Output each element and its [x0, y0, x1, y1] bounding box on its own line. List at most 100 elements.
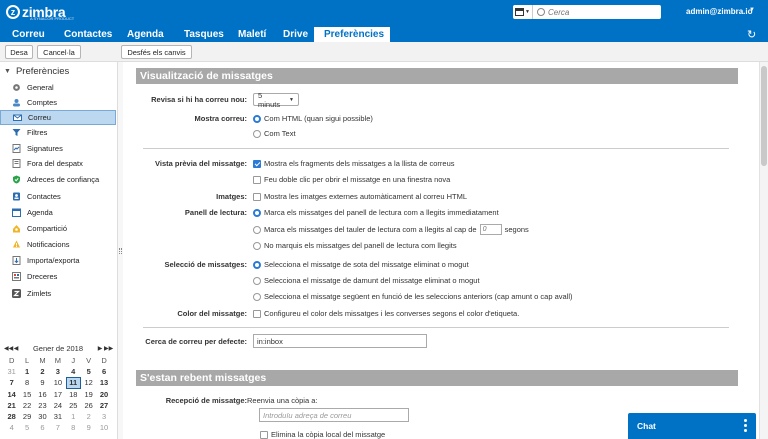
checkbox-unchecked[interactable]	[253, 309, 261, 318]
sidebar-header[interactable]: ▼ Preferències	[4, 66, 69, 77]
refresh-icon[interactable]: ↻	[747, 28, 756, 41]
check-mail-select[interactable]: 5 minuts ▼	[253, 91, 299, 109]
search-icon[interactable]	[537, 8, 545, 16]
checkbox-unchecked[interactable]	[253, 192, 261, 201]
calendar-day[interactable]: 16	[35, 389, 50, 400]
checkbox-unchecked[interactable]	[260, 430, 268, 439]
scrollbar-thumb[interactable]	[761, 66, 767, 166]
radio-selected[interactable]	[253, 208, 261, 217]
user-account[interactable]: admin@zimbra.io	[686, 7, 752, 16]
delete-local-copy-option[interactable]: Elimina la còpia local del missatge	[260, 430, 385, 439]
reading-immediate-option[interactable]: Marca els missatges del panell de lectur…	[253, 208, 499, 217]
calendar-day[interactable]: 13	[96, 377, 111, 388]
calendar-day[interactable]: 3	[96, 411, 111, 422]
search-input[interactable]	[548, 7, 648, 17]
tab-drive[interactable]: Drive	[274, 27, 314, 42]
preview-dblclick-option[interactable]: Feu doble clic per obrir el missatge en …	[253, 175, 450, 184]
calendar-day[interactable]: 17	[50, 389, 65, 400]
tab-tasques[interactable]: Tasques	[176, 27, 231, 42]
calendar-day[interactable]: 23	[35, 400, 50, 411]
calendar-day[interactable]: 29	[19, 411, 34, 422]
calendar-day[interactable]: 24	[50, 400, 65, 411]
sidebar-item-filtres[interactable]: Filtres	[0, 125, 116, 140]
sidebar-item-comparticio[interactable]: Compartició	[0, 221, 116, 236]
selection-next-option[interactable]: Selecciona el missatge següent en funció…	[253, 292, 573, 301]
selection-below-option[interactable]: Selecciona el missatge de sota del missa…	[253, 260, 469, 269]
next-year-icon[interactable]: ▶▶	[104, 345, 113, 352]
sidebar-item-correu[interactable]: Correu	[0, 110, 116, 125]
sidebar-item-dreceres[interactable]: Dreceres	[0, 269, 116, 284]
calendar-day[interactable]: 7	[50, 422, 65, 433]
calendar-day[interactable]: 1	[19, 366, 34, 377]
checkbox-unchecked[interactable]	[253, 175, 261, 184]
selection-above-option[interactable]: Selecciona el missatge de damunt del mis…	[253, 276, 480, 285]
calendar-day[interactable]: 2	[81, 411, 96, 422]
calendar-day[interactable]: 31	[50, 411, 65, 422]
calendar-day[interactable]: 25	[66, 400, 81, 411]
radio-unselected[interactable]	[253, 225, 261, 234]
calendar-day[interactable]: 15	[19, 389, 34, 400]
calendar-day[interactable]: 5	[19, 422, 34, 433]
sidebar-item-adreces-de-confianca[interactable]: Adreces de confiança	[0, 172, 116, 187]
calendar-day[interactable]: 10	[50, 377, 65, 388]
show-text-option[interactable]: Com Text	[253, 129, 296, 138]
save-button[interactable]: Desa	[5, 45, 33, 59]
previous-month-icon[interactable]: ◀	[12, 345, 20, 352]
search-type-selector[interactable]: ▼	[513, 5, 533, 19]
calendar-day[interactable]: 19	[81, 389, 96, 400]
calendar-day[interactable]: 14	[4, 389, 19, 400]
checkbox-checked[interactable]	[253, 159, 261, 168]
calendar-day[interactable]: 8	[66, 422, 81, 433]
calendar-day[interactable]: 1	[66, 411, 81, 422]
sidebar-item-general[interactable]: General	[0, 80, 116, 95]
calendar-day[interactable]: 6	[35, 422, 50, 433]
show-html-option[interactable]: Com HTML (quan sigui possible)	[253, 114, 373, 123]
calendar-day[interactable]: 5	[81, 366, 96, 377]
calendar-day[interactable]: 21	[4, 400, 19, 411]
calendar-day[interactable]: 12	[81, 377, 96, 388]
preview-fragments-option[interactable]: Mostra els fragments dels missatges a la…	[253, 159, 455, 168]
content-scrollbar[interactable]	[759, 62, 768, 439]
tab-preferencies[interactable]: Preferències	[314, 27, 390, 42]
calendar-day[interactable]: 4	[66, 366, 81, 377]
calendar-day[interactable]: 9	[35, 377, 50, 388]
reading-seconds-input[interactable]	[479, 224, 502, 235]
default-search-input[interactable]	[253, 334, 427, 348]
radio-unselected[interactable]	[253, 276, 261, 285]
tab-correu[interactable]: Correu	[0, 27, 50, 42]
calendar-day[interactable]: 6	[96, 366, 111, 377]
sidebar-item-comptes[interactable]: Comptes	[0, 95, 116, 110]
sidebar-item-agenda[interactable]: Agenda	[0, 205, 116, 220]
calendar-day[interactable]: 8	[19, 377, 34, 388]
chat-menu-icon[interactable]	[744, 419, 747, 432]
chat-panel[interactable]: Chat	[628, 413, 756, 439]
radio-unselected[interactable]	[253, 241, 261, 250]
calendar-day[interactable]: 2	[35, 366, 50, 377]
tab-contactes[interactable]: Contactes	[50, 27, 120, 42]
calendar-day[interactable]: 7	[4, 377, 19, 388]
radio-selected[interactable]	[253, 114, 261, 123]
calendar-day[interactable]: 4	[4, 422, 19, 433]
radio-unselected[interactable]	[253, 292, 261, 301]
calendar-day[interactable]: 28	[4, 411, 19, 422]
calendar-day[interactable]: 30	[35, 411, 50, 422]
calendar-day[interactable]: 26	[81, 400, 96, 411]
images-option[interactable]: Mostra les imatges externes automàticame…	[253, 192, 467, 201]
calendar-day[interactable]: 31	[4, 366, 19, 377]
calendar-day[interactable]: 10	[96, 422, 111, 433]
forward-address-input[interactable]	[259, 408, 409, 422]
collapse-triangle-icon[interactable]: ▼	[4, 68, 11, 75]
calendar-day[interactable]: 22	[19, 400, 34, 411]
reading-never-option[interactable]: No marquis els missatges del panell de l…	[253, 241, 457, 250]
sidebar-item-fora-del-despatx[interactable]: Fora del despatx	[0, 156, 116, 171]
calendar-day[interactable]: 27	[96, 400, 111, 411]
user-menu-chevron-icon[interactable]: ▼	[749, 7, 755, 13]
next-month-icon[interactable]: ▶	[96, 345, 104, 352]
calendar-day-today[interactable]: 11	[65, 377, 81, 389]
cancel-button[interactable]: Cancel·la	[37, 45, 81, 59]
tab-agenda[interactable]: Agenda	[120, 27, 176, 42]
sidebar-item-zimlets[interactable]: Zimlets	[0, 286, 116, 301]
calendar-day[interactable]: 18	[66, 389, 81, 400]
tab-maleti[interactable]: Maletí	[231, 27, 274, 42]
undo-changes-button[interactable]: Desfés els canvis	[121, 45, 192, 59]
